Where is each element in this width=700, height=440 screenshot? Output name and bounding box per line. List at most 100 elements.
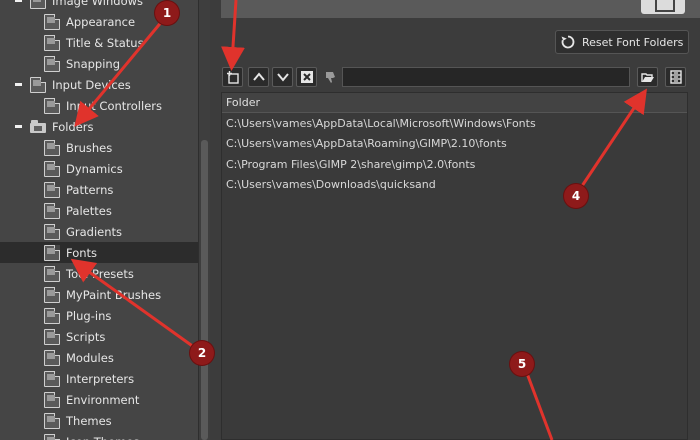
preference-page-icon [44,13,60,30]
tree-item-palettes[interactable]: Palettes [0,200,198,221]
delete-icon [300,71,313,83]
tree-item-label: Brushes [66,140,113,155]
new-folder-icon [226,71,239,84]
tree-item-fonts[interactable]: Fonts [0,242,198,263]
callout-badge-1: 1 [155,1,179,25]
preference-page-icon [44,433,60,440]
tree-item-brushes[interactable]: Brushes [0,137,198,158]
preference-page-icon [44,307,60,324]
tree-scrollbar-thumb[interactable] [201,140,208,440]
tree-item-label: Input Controllers [66,98,162,113]
tree-item-folders[interactable]: Folders [0,116,198,137]
folder-column-header[interactable]: Folder [222,93,687,113]
collapse-icon[interactable] [15,0,22,2]
chevron-up-icon [252,72,265,81]
preference-page-icon [44,391,60,408]
tree-item-label: Palettes [66,203,112,218]
tree-item-label: MyPaint Brushes [66,287,162,302]
move-down-button[interactable] [272,67,293,87]
tree-scrollbar[interactable] [198,0,210,440]
preference-page-icon [44,34,60,51]
tree-item-label: Gradients [66,224,123,239]
tree-item-tool-presets[interactable]: Tool Presets [0,263,198,284]
preference-page-icon [44,244,60,261]
collapse-icon[interactable] [15,83,22,86]
tree-item-snapping[interactable]: Snapping [0,53,198,74]
callout-badge-2: 2 [190,341,214,365]
tree-item-label: Dynamics [66,161,123,176]
folder-row[interactable]: C:\Users\vames\AppData\Local\Microsoft\W… [222,113,687,134]
tree-item-label: Plug-ins [66,308,112,323]
collapse-icon[interactable] [15,125,22,128]
tree-item-gradients[interactable]: Gradients [0,221,198,242]
delete-folder-button[interactable] [296,67,317,87]
preference-page-icon [44,265,60,282]
tree-item-scripts[interactable]: Scripts [0,326,198,347]
tree-item-label: Appearance [66,14,136,29]
tree-item-environment[interactable]: Environment [0,389,198,410]
folder-row[interactable]: C:\Users\vames\Downloads\quicksand [222,175,687,196]
preference-page-icon [44,160,60,177]
file-chooser-button[interactable] [665,67,686,87]
open-folder-icon [640,73,654,82]
preference-page-icon [44,97,60,114]
tree-item-patterns[interactable]: Patterns [0,179,198,200]
section-header-icon [641,0,685,14]
preference-page-icon [44,55,60,72]
preference-page-icon [44,412,60,429]
preference-page-icon [44,370,60,387]
browse-folder-button[interactable] [637,67,658,87]
tree-item-label: Image Windows [52,0,144,8]
mark-writable-button[interactable] [319,67,340,87]
tree-item-label: Folders [52,119,94,134]
folder-path-input[interactable] [342,67,630,87]
tree-item-modules[interactable]: Modules [0,347,198,368]
tree-item-label: Modules [66,350,114,365]
tree-item-mypaint-brushes[interactable]: MyPaint Brushes [0,284,198,305]
tree-item-input-devices[interactable]: Input Devices [0,74,198,95]
preference-page-icon [44,286,60,303]
tree-item-label: Input Devices [52,77,131,92]
folder-row[interactable]: C:\Program Files\GIMP 2\share\gimp\2.0\f… [222,154,687,175]
folder-list-scrollbar[interactable] [688,92,700,440]
preference-page-icon [30,76,46,93]
tree-item-interpreters[interactable]: Interpreters [0,368,198,389]
section-header-bar [221,0,700,18]
tree-item-themes[interactable]: Themes [0,410,198,431]
tree-item-dynamics[interactable]: Dynamics [0,158,198,179]
folder-icon [30,120,46,133]
tree-item-label: Themes [66,413,112,428]
font-folder-list: Folder C:\Users\vames\AppData\Local\Micr… [221,92,688,440]
tree-item-label: Environment [66,392,140,407]
add-folder-button[interactable] [222,67,243,87]
tree-item-label: Fonts [66,245,98,260]
callout-badge-5: 5 [510,352,534,376]
file-cabinet-icon [669,70,682,84]
preference-page-icon [44,202,60,219]
preference-page-icon [44,349,60,366]
tree-item-input-controllers[interactable]: Input Controllers [0,95,198,116]
tree-item-label: Title & Status [66,35,144,50]
tree-item-label: Snapping [66,56,121,71]
tree-item-plug-ins[interactable]: Plug-ins [0,305,198,326]
preferences-tree: Image Windows Appearance Title & Status Sna… [0,0,198,440]
reset-font-folders-label: Reset Font Folders [582,35,684,49]
chevron-down-icon [276,73,289,82]
tree-item-label: Tool Presets [66,266,134,281]
preference-page-icon [44,139,60,156]
preference-page-icon [44,181,60,198]
preference-page-icon [30,0,46,9]
preference-page-icon [44,328,60,345]
thumb-down-icon [325,72,335,83]
tree-item-icon-themes[interactable]: Icon Themes [0,431,198,440]
reset-font-folders-button[interactable]: Reset Font Folders [555,30,689,54]
move-up-button[interactable] [248,67,269,87]
tree-item-label: Scripts [66,329,106,344]
tree-item-label: Icon Themes [66,435,139,440]
reset-icon [561,35,575,49]
preference-page-icon [44,223,60,240]
folder-row[interactable]: C:\Users\vames\AppData\Roaming\GIMP\2.10… [222,134,687,155]
tree-item-title-status[interactable]: Title & Status [0,32,198,53]
tree-item-label: Patterns [66,182,114,197]
tree-item-label: Interpreters [66,371,135,386]
